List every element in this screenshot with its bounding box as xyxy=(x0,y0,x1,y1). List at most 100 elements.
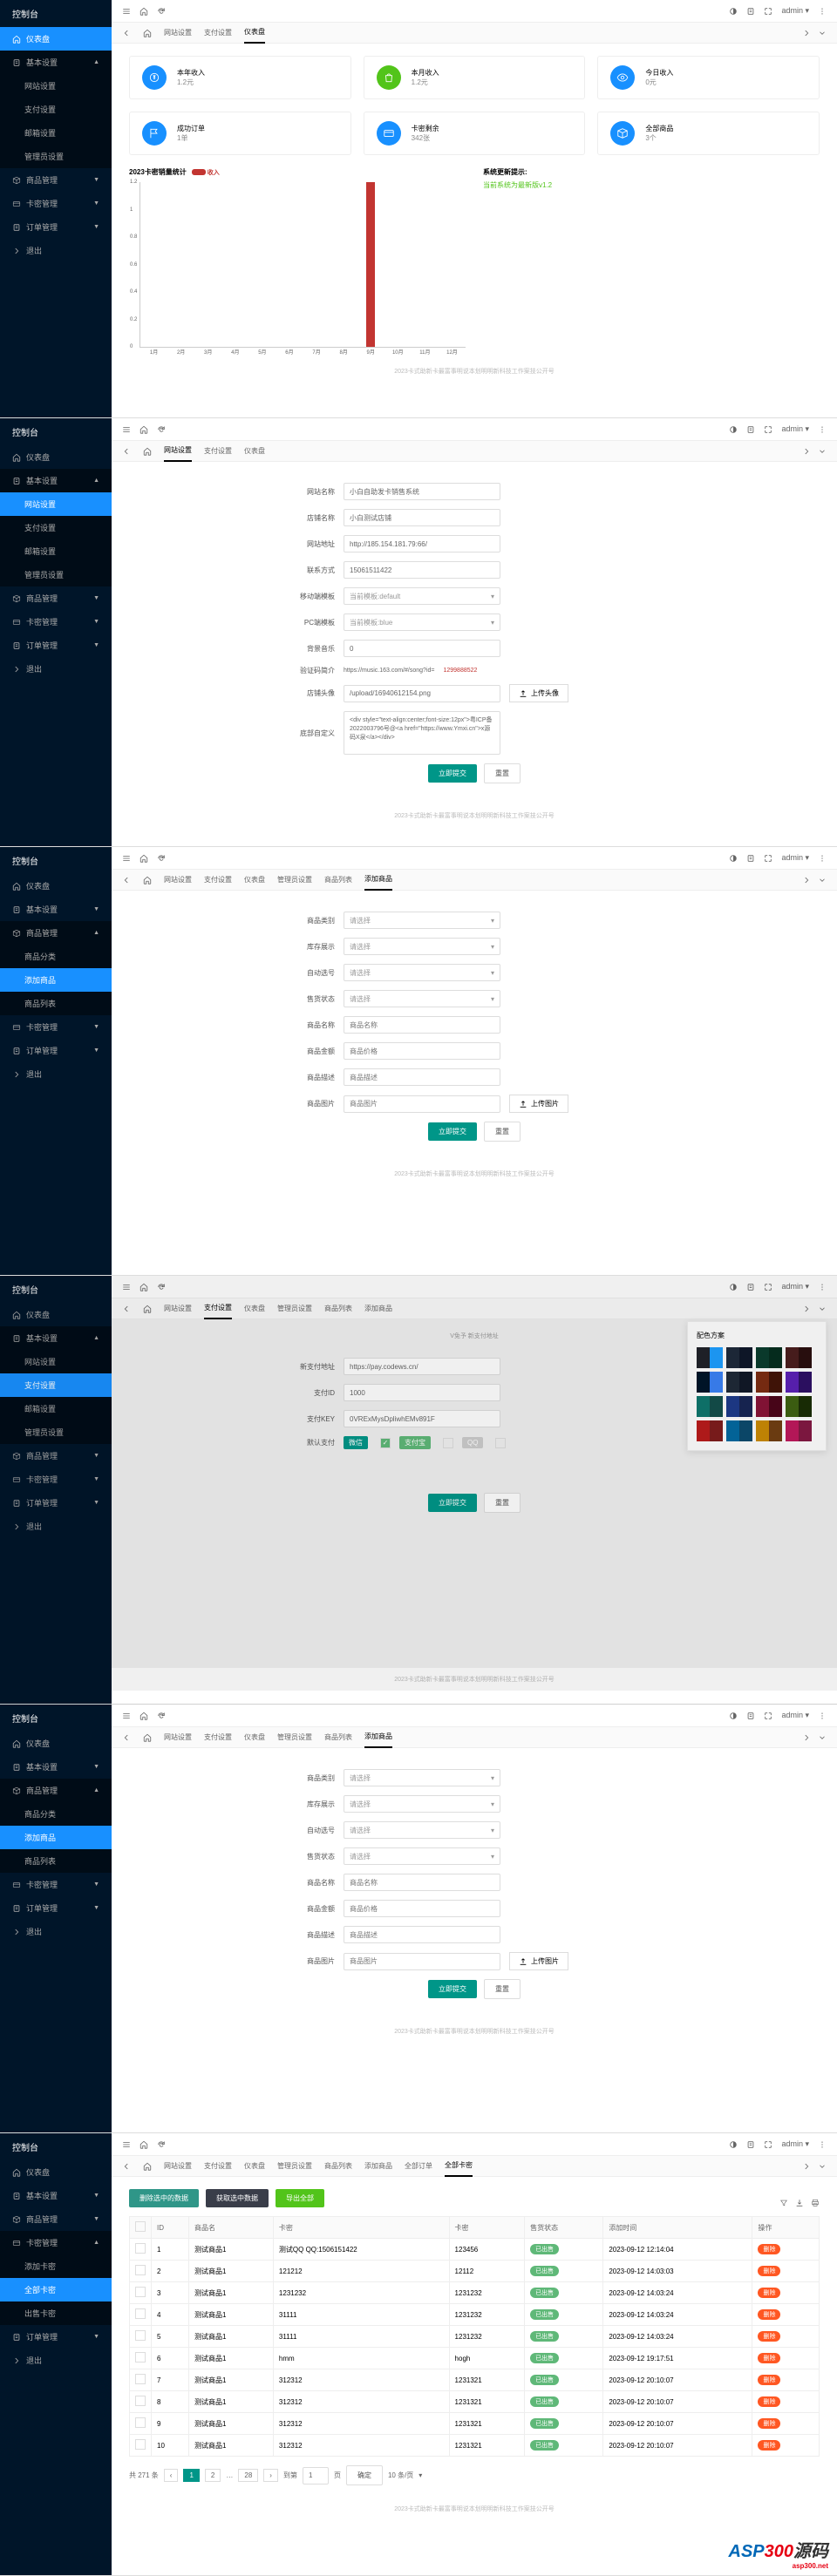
delete-button[interactable]: 删除 xyxy=(758,2396,780,2407)
nav-site[interactable]: 网站设置 xyxy=(0,1350,112,1373)
home-icon[interactable] xyxy=(140,1283,148,1291)
theme-swatch[interactable] xyxy=(786,1372,812,1393)
goto-page-input[interactable] xyxy=(303,2467,329,2484)
nav-basic[interactable]: 基本设置▲ xyxy=(0,51,112,74)
tab-dashboard[interactable]: 仪表盘 xyxy=(244,441,265,461)
nav-basic[interactable]: 基本设置▲ xyxy=(0,1326,112,1350)
theme-swatch[interactable] xyxy=(697,1420,723,1441)
refresh-icon[interactable] xyxy=(157,7,166,16)
theme-swatch[interactable] xyxy=(786,1396,812,1417)
auto-select[interactable]: 请选择▾ xyxy=(344,1821,500,1839)
tab-left-icon[interactable] xyxy=(122,447,131,456)
nav-logout[interactable]: 退出 xyxy=(0,657,112,681)
fullscreen-icon[interactable] xyxy=(764,425,772,434)
delete-button[interactable]: 删除 xyxy=(758,2266,780,2276)
prev-page[interactable]: ‹ xyxy=(164,2469,179,2482)
export-all-button[interactable]: 导出全部 xyxy=(276,2189,324,2207)
delete-button[interactable]: 删除 xyxy=(758,2331,780,2342)
delete-button[interactable]: 删除 xyxy=(758,2288,780,2298)
note-icon[interactable] xyxy=(746,425,755,434)
shop-name-input[interactable] xyxy=(344,509,500,526)
goods-name-input[interactable] xyxy=(344,1874,500,1891)
nav-card[interactable]: 卡密管理▼ xyxy=(0,610,112,634)
menu-icon[interactable] xyxy=(122,1283,131,1291)
pay-id-input[interactable] xyxy=(344,1384,500,1401)
row-checkbox[interactable] xyxy=(135,2417,146,2428)
nav-goods-cat[interactable]: 商品分类 xyxy=(0,1802,112,1826)
nav-goods[interactable]: 商品管理▼ xyxy=(0,586,112,610)
filter-icon[interactable] xyxy=(779,2199,788,2207)
nav-dashboard[interactable]: 仪表盘 xyxy=(0,445,112,469)
tab-dashboard[interactable]: 仪表盘 xyxy=(244,22,265,44)
nav-all-card[interactable]: 全部卡密 xyxy=(0,2278,112,2301)
nav-dashboard[interactable]: 仪表盘 xyxy=(0,1303,112,1326)
row-checkbox[interactable] xyxy=(135,2265,146,2275)
tab-site[interactable]: 网站设置 xyxy=(164,23,192,43)
nav-pay[interactable]: 支付设置 xyxy=(0,98,112,121)
note-icon[interactable] xyxy=(746,1712,755,1720)
theme-swatch[interactable] xyxy=(756,1372,782,1393)
goods-price-input[interactable] xyxy=(344,1900,500,1917)
stock-select[interactable]: 请选择▾ xyxy=(344,1795,500,1813)
menu-icon[interactable] xyxy=(122,2140,131,2149)
nav-mail[interactable]: 邮箱设置 xyxy=(0,539,112,563)
user-menu[interactable]: admin ▾ xyxy=(781,1711,809,1720)
nav-add-goods[interactable]: 添加商品 xyxy=(0,968,112,992)
row-checkbox[interactable] xyxy=(135,2330,146,2341)
stock-select[interactable]: 请选择▾ xyxy=(344,938,500,955)
nav-logout[interactable]: 退出 xyxy=(0,239,112,262)
nav-add-goods[interactable]: 添加商品 xyxy=(0,1826,112,1849)
fullscreen-icon[interactable] xyxy=(764,2140,772,2149)
nav-selling[interactable]: 出售卡密 xyxy=(0,2301,112,2325)
nav-logout[interactable]: 退出 xyxy=(0,1920,112,1943)
goods-img-input[interactable] xyxy=(344,1953,500,1970)
nav-goods-list[interactable]: 商品列表 xyxy=(0,992,112,1015)
status-select[interactable]: 请选择▾ xyxy=(344,990,500,1007)
nav-dashboard[interactable]: 仪表盘 xyxy=(0,27,112,51)
nav-goods[interactable]: 商品管理▼ xyxy=(0,2207,112,2231)
upload-avatar-button[interactable]: 上传头像 xyxy=(509,684,568,702)
reset-button[interactable]: 重置 xyxy=(484,1493,521,1513)
nav-basic[interactable]: 基本设置▼ xyxy=(0,1755,112,1779)
tab-home-icon[interactable] xyxy=(143,29,152,37)
nav-goods[interactable]: 商品管理▲ xyxy=(0,921,112,945)
tab-site[interactable]: 网站设置 xyxy=(164,440,192,462)
user-menu[interactable]: admin ▾ xyxy=(781,2139,809,2149)
auto-select[interactable]: 请选择▾ xyxy=(344,964,500,981)
user-menu[interactable]: admin ▾ xyxy=(781,853,809,863)
theme-swatch[interactable] xyxy=(697,1347,723,1368)
fullscreen-icon[interactable] xyxy=(764,7,772,16)
note-icon[interactable] xyxy=(746,7,755,16)
nav-goods[interactable]: 商品管理▼ xyxy=(0,168,112,192)
theme-swatch[interactable] xyxy=(726,1372,752,1393)
nav-admin[interactable]: 管理员设置 xyxy=(0,563,112,586)
theme-icon[interactable] xyxy=(729,7,738,16)
home-icon[interactable] xyxy=(140,425,148,434)
reset-button[interactable]: 重置 xyxy=(484,763,521,783)
nav-basic[interactable]: 基本设置▼ xyxy=(0,2184,112,2207)
row-checkbox[interactable] xyxy=(135,2287,146,2297)
nav-order[interactable]: 订单管理▼ xyxy=(0,1896,112,1920)
nav-site[interactable]: 网站设置 xyxy=(0,74,112,98)
refresh-icon[interactable] xyxy=(157,854,166,863)
nav-logout[interactable]: 退出 xyxy=(0,1062,112,1086)
refresh-icon[interactable] xyxy=(157,425,166,434)
more-icon[interactable] xyxy=(818,1712,827,1720)
user-menu[interactable]: admin ▾ xyxy=(781,6,809,16)
nav-goods-cat[interactable]: 商品分类 xyxy=(0,945,112,968)
nav-site[interactable]: 网站设置 xyxy=(0,492,112,516)
get-selected-button[interactable]: 获取选中数据 xyxy=(206,2189,269,2207)
nav-pay[interactable]: 支付设置 xyxy=(0,516,112,539)
tab-down-icon[interactable] xyxy=(818,447,827,456)
home-icon[interactable] xyxy=(140,854,148,863)
nav-mail[interactable]: 邮箱设置 xyxy=(0,121,112,145)
refresh-icon[interactable] xyxy=(157,1283,166,1291)
avatar-input[interactable] xyxy=(344,685,500,702)
delete-button[interactable]: 删除 xyxy=(758,2244,780,2254)
next-page[interactable]: › xyxy=(263,2469,278,2482)
theme-swatch[interactable] xyxy=(756,1396,782,1417)
tab-pay[interactable]: 支付设置 xyxy=(204,441,232,461)
nav-mail[interactable]: 邮箱设置 xyxy=(0,1397,112,1420)
site-name-input[interactable] xyxy=(344,483,500,500)
theme-icon[interactable] xyxy=(729,1712,738,1720)
